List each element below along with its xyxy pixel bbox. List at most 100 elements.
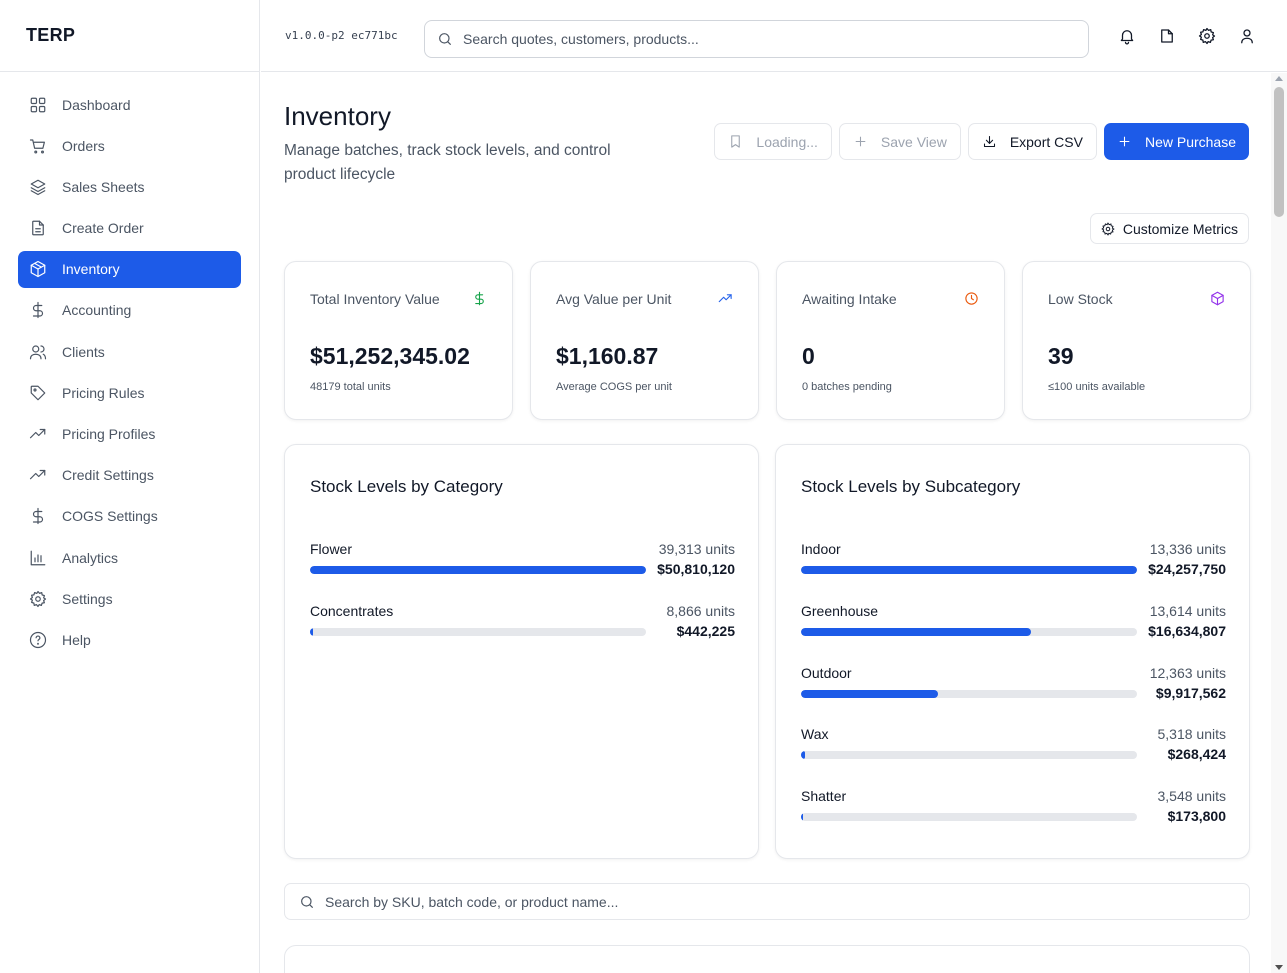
new-purchase-label: New Purchase <box>1144 133 1236 150</box>
package-icon <box>1210 291 1226 307</box>
sidebar-item-dashboard[interactable]: Dashboard <box>18 86 241 123</box>
metric-subtext: ≤100 units available <box>1048 381 1146 393</box>
sidebar-item-pricing-profiles[interactable]: Pricing Profiles <box>18 416 241 453</box>
settings-icon[interactable] <box>1197 26 1217 46</box>
sidebar: TERP Dashboard Orders Sales Sheets Creat… <box>0 0 260 973</box>
progress-track <box>801 566 1137 574</box>
search-icon <box>299 894 315 910</box>
row-name: Outdoor <box>801 664 852 681</box>
document-icon[interactable] <box>1157 26 1177 46</box>
page-scrollbar[interactable] <box>1271 73 1287 973</box>
sidebar-item-label: Credit Settings <box>62 467 154 484</box>
metric-card-low-stock: Low Stock 39 ≤100 units available <box>1022 261 1251 420</box>
topbar: v1.0.0-p2 ec771bc <box>261 0 1287 72</box>
page-actions: Loading... Save View Export CSV New Purc… <box>714 123 1249 160</box>
sidebar-item-label: Dashboard <box>62 96 131 113</box>
user-icon[interactable] <box>1237 26 1257 46</box>
sidebar-item-label: Clients <box>62 343 105 360</box>
progress-track <box>801 689 1137 698</box>
subcategory-row: Greenhouse 13,614 units $16,634,807 <box>801 603 1226 665</box>
row-units: 13,614 units <box>1149 602 1226 619</box>
sidebar-item-label: Analytics <box>62 549 119 566</box>
sidebar-item-accounting[interactable]: Accounting <box>18 292 241 329</box>
sidebar-item-help[interactable]: Help <box>18 621 241 658</box>
progress-track <box>801 813 1137 822</box>
global-search[interactable] <box>424 20 1089 58</box>
subcategory-row: Wax 5,318 units $268,424 <box>801 726 1226 788</box>
inventory-search[interactable] <box>284 883 1250 920</box>
scroll-up-arrow[interactable] <box>1275 76 1283 81</box>
dollar-icon <box>28 506 48 526</box>
settings-icon <box>28 589 48 609</box>
scroll-thumb[interactable] <box>1274 87 1284 217</box>
clock-icon <box>964 291 980 307</box>
advanced-filters-card <box>284 945 1250 973</box>
row-value: $24,257,750 <box>1148 561 1226 577</box>
scroll-down-arrow[interactable] <box>1275 965 1283 970</box>
trending-icon <box>28 424 48 444</box>
metric-label: Low Stock <box>1048 291 1113 307</box>
panel-title: Stock Levels by Category <box>310 477 503 496</box>
help-icon <box>28 630 48 650</box>
subcategory-row: Shatter 3,548 units $173,800 <box>801 788 1226 850</box>
metric-label: Awaiting Intake <box>802 291 897 307</box>
metric-subtext: 48179 total units <box>310 381 391 393</box>
sidebar-item-inventory[interactable]: Inventory <box>18 250 241 288</box>
subcategory-row: Indoor 13,336 units $24,257,750 <box>801 541 1226 603</box>
row-value: $268,424 <box>1167 746 1226 763</box>
new-purchase-button[interactable]: New Purchase <box>1103 123 1249 160</box>
stock-by-category-panel: Stock Levels by Category Flower 39,313 u… <box>284 444 759 859</box>
sidebar-item-analytics[interactable]: Analytics <box>18 539 241 576</box>
sidebar-item-pricing-rules[interactable]: Pricing Rules <box>18 374 241 411</box>
export-csv-label: Export CSV <box>1009 133 1083 150</box>
save-view-button[interactable]: Save View <box>838 123 961 160</box>
inventory-search-input[interactable] <box>325 893 1180 910</box>
metrics-row: Total Inventory Value $51,252,345.02 481… <box>284 261 1251 420</box>
sidebar-item-cogs-settings[interactable]: COGS Settings <box>18 498 241 535</box>
row-units: 12,363 units <box>1149 664 1226 681</box>
metric-value: $51,252,345.02 <box>310 343 470 369</box>
dollar-icon <box>472 291 488 307</box>
category-rows: Flower 39,313 units $50,810,120 Concentr… <box>310 541 735 665</box>
sidebar-item-label: Pricing Rules <box>62 384 145 401</box>
sidebar-item-settings[interactable]: Settings <box>18 580 241 617</box>
subcategory-rows: Indoor 13,336 units $24,257,750 Greenhou… <box>801 541 1226 850</box>
metric-value: $1,160.87 <box>556 343 659 369</box>
sidebar-item-label: Inventory <box>62 261 120 278</box>
brand-logo[interactable]: TERP <box>0 0 259 72</box>
bookmark-icon <box>728 134 744 150</box>
metric-value: 0 <box>802 343 815 369</box>
row-units: 8,866 units <box>666 602 736 619</box>
sidebar-item-sales-sheets[interactable]: Sales Sheets <box>18 168 241 205</box>
loading-views-button[interactable]: Loading... <box>714 123 832 160</box>
settings-icon <box>1101 221 1115 236</box>
layers-icon <box>28 177 48 197</box>
row-name: Greenhouse <box>801 602 879 619</box>
row-units: 39,313 units <box>658 541 735 557</box>
customize-metrics-button[interactable]: Customize Metrics <box>1089 213 1249 244</box>
sidebar-item-orders[interactable]: Orders <box>18 127 241 164</box>
file-text-icon <box>28 218 48 238</box>
row-name: Wax <box>801 726 829 743</box>
metric-label: Avg Value per Unit <box>556 291 672 307</box>
metric-card-total-value: Total Inventory Value $51,252,345.02 481… <box>284 261 513 420</box>
metric-subtext: 0 batches pending <box>802 381 892 393</box>
page-subtitle: Manage batches, track stock levels, and … <box>284 142 611 183</box>
bell-icon[interactable] <box>1117 26 1137 46</box>
sidebar-item-credit-settings[interactable]: Credit Settings <box>18 457 241 494</box>
stock-by-subcategory-panel: Stock Levels by Subcategory Indoor 13,33… <box>775 444 1250 859</box>
sidebar-item-clients[interactable]: Clients <box>18 333 241 370</box>
progress-track <box>801 627 1137 636</box>
customize-metrics-label: Customize Metrics <box>1122 220 1238 237</box>
export-csv-button[interactable]: Export CSV <box>967 123 1097 160</box>
package-icon <box>28 259 48 279</box>
row-value: $173,800 <box>1167 808 1226 825</box>
global-search-input[interactable] <box>463 31 1049 47</box>
row-units: 13,336 units <box>1149 541 1226 557</box>
download-icon <box>982 134 998 150</box>
sidebar-item-create-order[interactable]: Create Order <box>18 210 241 247</box>
progress-track <box>310 627 646 636</box>
category-row: Concentrates 8,866 units $442,225 <box>310 603 735 665</box>
subcategory-row: Outdoor 12,363 units $9,917,562 <box>801 665 1226 727</box>
row-value: $442,225 <box>676 622 735 639</box>
